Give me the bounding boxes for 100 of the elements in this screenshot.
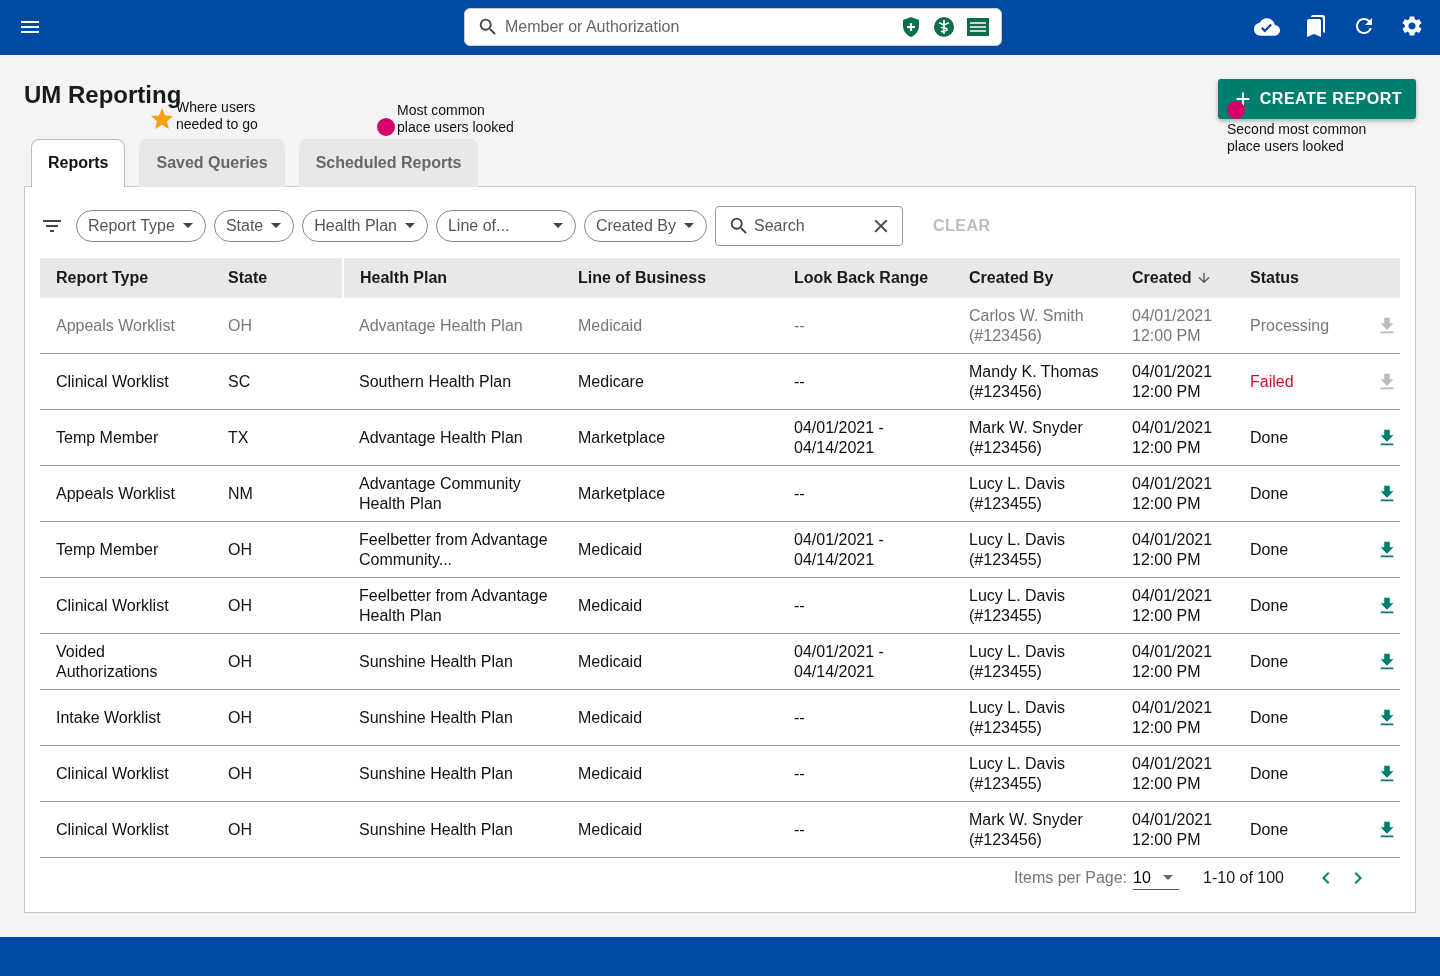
table-cell: -- xyxy=(778,689,953,746)
filter-dropdown[interactable]: Report Type xyxy=(76,209,206,242)
table-cell: 04/01/2021 12:00 PM xyxy=(1116,353,1234,410)
table-cell: NM xyxy=(212,465,343,522)
table-cell: OH xyxy=(212,633,343,690)
table-cell: 04/01/2021 - 04/14/2021 xyxy=(778,409,953,466)
column-header[interactable]: Health Plan xyxy=(343,257,562,298)
table-cell: Done xyxy=(1234,633,1350,690)
column-header[interactable]: Status xyxy=(1234,257,1350,298)
table-cell: OH xyxy=(212,801,343,858)
table-cell: Processing xyxy=(1234,297,1350,354)
tab[interactable]: Saved Queries xyxy=(139,138,285,187)
table-cell: Advantage Community Health Plan xyxy=(343,465,562,522)
caret-icon xyxy=(684,223,694,229)
page-range: 1-10 of 100 xyxy=(1203,869,1284,888)
table-cell: 04/01/2021 - 04/14/2021 xyxy=(778,521,953,578)
table-cell: Medicaid xyxy=(562,689,778,746)
table-cell: Done xyxy=(1234,521,1350,578)
table-cell: OH xyxy=(212,297,343,354)
table-cell: OH xyxy=(212,521,343,578)
table-cell: 04/01/2021 12:00 PM xyxy=(1116,409,1234,466)
table-cell: Intake Worklist xyxy=(40,689,212,746)
table-cell: -- xyxy=(778,297,953,354)
caduceus-icon[interactable] xyxy=(933,16,955,39)
table-cell: Done xyxy=(1234,801,1350,858)
filter-dropdown[interactable]: State xyxy=(213,209,295,242)
items-per-page-label: Items per Page: xyxy=(1014,869,1128,888)
table-cell: SC xyxy=(212,353,343,410)
table-cell: 04/01/2021 12:00 PM xyxy=(1116,801,1234,858)
table-cell: Clinical Worklist xyxy=(40,801,212,858)
caret-icon xyxy=(182,223,193,229)
column-header[interactable]: Line of Business xyxy=(562,257,778,298)
search-box[interactable]: Search xyxy=(715,205,903,246)
table-cell: Voided Authorizations xyxy=(40,633,212,690)
table-cell: Carlos W. Smith (#123456) xyxy=(953,297,1116,354)
filter-dropdown[interactable]: Line of... xyxy=(435,209,576,242)
annotation-note: Most common place users looked xyxy=(397,101,515,136)
table-cell: OH xyxy=(212,745,343,802)
table-cell: Southern Health Plan xyxy=(343,353,562,410)
list-card-icon[interactable] xyxy=(967,18,989,37)
table-cell: Temp Member xyxy=(40,409,212,466)
column-header[interactable]: Created By xyxy=(953,257,1116,298)
table-cell: TX xyxy=(212,409,343,466)
table-cell: 04/01/2021 - 04/14/2021 xyxy=(778,633,953,690)
table-cell: Done xyxy=(1234,465,1350,522)
table-cell: Feelbetter from Advantage Community... xyxy=(343,521,562,578)
table-cell: Medicaid xyxy=(562,521,778,578)
table-cell: 04/01/2021 12:00 PM xyxy=(1116,521,1234,578)
table-cell: 04/01/2021 12:00 PM xyxy=(1116,297,1234,354)
tab[interactable]: Scheduled Reports xyxy=(298,138,479,187)
table-cell: Advantage Health Plan xyxy=(343,297,562,354)
filter-dropdown[interactable]: Created By xyxy=(583,209,707,242)
table-cell: Marketplace xyxy=(562,465,778,522)
table-cell: Sunshine Health Plan xyxy=(343,689,562,746)
shield-plus-icon[interactable] xyxy=(901,16,921,39)
table-cell: Appeals Worklist xyxy=(40,297,212,354)
table-cell: Clinical Worklist xyxy=(40,577,212,634)
table-cell: Feelbetter from Advantage Health Plan xyxy=(343,577,562,634)
caret-icon xyxy=(1163,875,1174,881)
table-cell: Lucy L. Davis (#123455) xyxy=(953,689,1116,746)
table-cell: OH xyxy=(212,689,343,746)
table-cell: Medicaid xyxy=(562,801,778,858)
per-page-dropdown[interactable]: 10 xyxy=(1133,866,1180,890)
table-cell: Done xyxy=(1234,577,1350,634)
table-cell: -- xyxy=(778,577,953,634)
column-header[interactable]: Report Type xyxy=(40,257,212,298)
table-cell: -- xyxy=(778,465,953,522)
table-cell: Mark W. Snyder (#123456) xyxy=(953,409,1116,466)
table-cell: Medicare xyxy=(562,353,778,410)
table-cell: Clinical Worklist xyxy=(40,353,212,410)
table-cell: Medicaid xyxy=(562,745,778,802)
table-cell: 04/01/2021 12:00 PM xyxy=(1116,633,1234,690)
table-cell: OH xyxy=(212,577,343,634)
column-header[interactable]: Created xyxy=(1116,257,1234,298)
table-cell: Sunshine Health Plan xyxy=(343,745,562,802)
column-header[interactable]: State xyxy=(212,257,343,298)
caret-icon xyxy=(271,223,282,229)
table-cell: Failed xyxy=(1234,353,1350,410)
table-cell: Lucy L. Davis (#123455) xyxy=(953,745,1116,802)
table-cell: Mark W. Snyder (#123456) xyxy=(953,801,1116,858)
table-cell: Temp Member xyxy=(40,521,212,578)
table-cell: 04/01/2021 12:00 PM xyxy=(1116,745,1234,802)
table-cell: Done xyxy=(1234,689,1350,746)
table-cell: Mandy K. Thomas (#123456) xyxy=(953,353,1116,410)
create-report-button[interactable]: CREATE REPORT xyxy=(1217,78,1416,119)
member-search-bar[interactable]: Member or Authorization xyxy=(464,8,1002,47)
column-header[interactable]: Look Back Range xyxy=(778,257,953,298)
filter-dropdown[interactable]: Health Plan xyxy=(302,209,428,242)
tab[interactable]: Reports xyxy=(31,138,126,187)
table-cell: Marketplace xyxy=(562,409,778,466)
table-cell: Done xyxy=(1234,745,1350,802)
table-cell: Lucy L. Davis (#123455) xyxy=(953,521,1116,578)
table-cell: Sunshine Health Plan xyxy=(343,633,562,690)
table-cell: 04/01/2021 12:00 PM xyxy=(1116,577,1234,634)
table-cell: Lucy L. Davis (#123455) xyxy=(953,577,1116,634)
table-cell: Done xyxy=(1234,409,1350,466)
table-cell: Lucy L. Davis (#123455) xyxy=(953,465,1116,522)
table-cell: Sunshine Health Plan xyxy=(343,801,562,858)
table-cell: Clinical Worklist xyxy=(40,745,212,802)
table-cell: Lucy L. Davis (#123455) xyxy=(953,633,1116,690)
